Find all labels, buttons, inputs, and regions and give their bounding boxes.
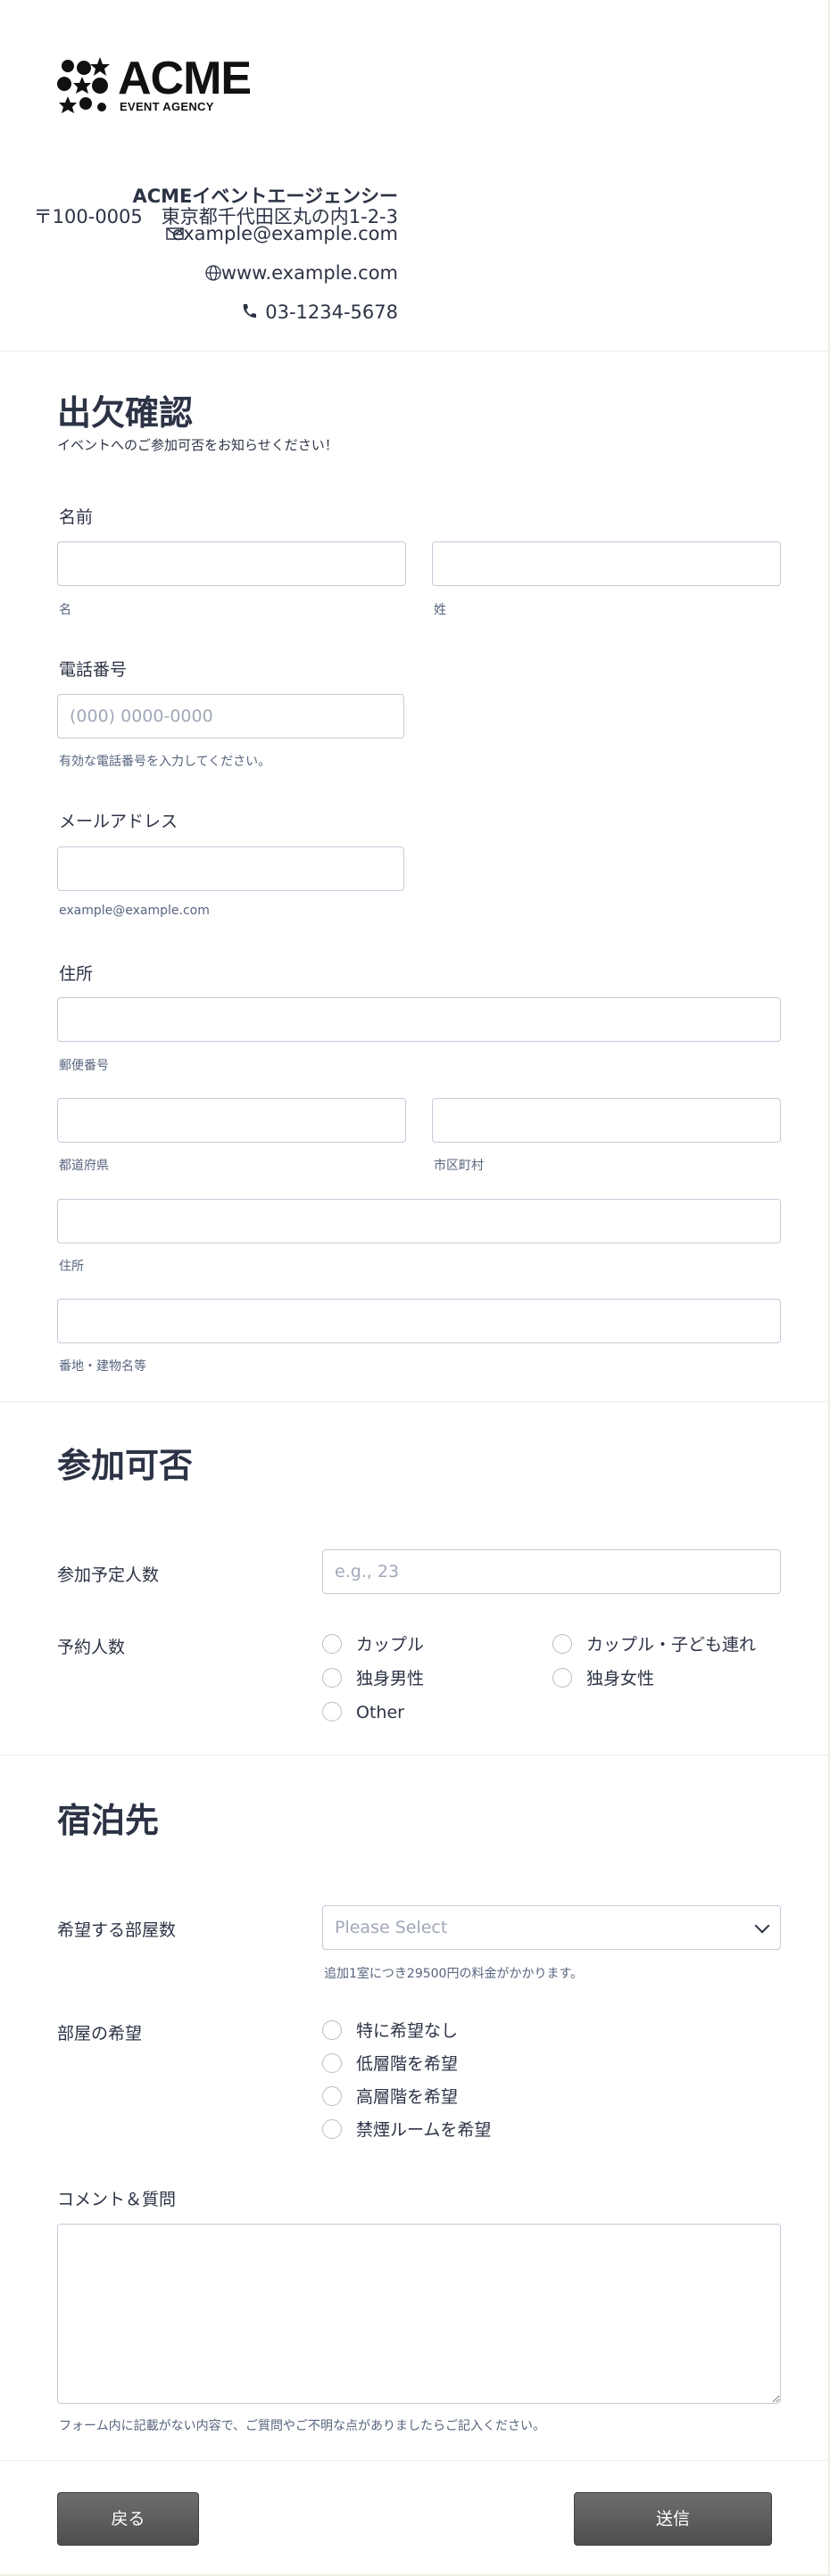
- radio-label: 低層階を希望: [356, 2054, 459, 2074]
- submit-button[interactable]: 送信: [574, 2492, 772, 2546]
- last-name-input[interactable]: [432, 541, 781, 586]
- city-hint: 市区町村: [434, 1159, 484, 1173]
- logo-mark-icon: [57, 57, 110, 113]
- phone-hint: 有効な電話番号を入力してください。: [59, 755, 271, 769]
- radio-circle[interactable]: [322, 2053, 342, 2073]
- rooms-hint: 追加1室につき29500円の料金がかかります。: [324, 1967, 584, 1981]
- comments-textarea[interactable]: [57, 2224, 781, 2404]
- postal-code-input[interactable]: [57, 997, 781, 1042]
- first-name-input[interactable]: [57, 541, 406, 586]
- section-divider: [0, 1401, 828, 1402]
- radio-label: 高層階を希望: [356, 2087, 459, 2107]
- section-divider: [0, 1754, 828, 1755]
- globe-icon: [205, 265, 221, 281]
- envelope-icon: [166, 227, 184, 240]
- city-input[interactable]: [432, 1098, 781, 1143]
- radio-circle[interactable]: [322, 1702, 342, 1721]
- back-button[interactable]: 戻る: [57, 2492, 199, 2546]
- first-name-hint: 名: [59, 603, 71, 617]
- comments-label: コメント＆質問: [57, 2190, 177, 2209]
- radio-label: 特に希望なし: [356, 2021, 459, 2041]
- attendance-title: 参加可否: [57, 1446, 194, 1485]
- prefecture-input[interactable]: [57, 1098, 406, 1143]
- name-label: 名前: [59, 508, 94, 527]
- email-input[interactable]: [57, 846, 404, 891]
- radio-label: カップル・子ども連れ: [586, 1635, 757, 1655]
- logo-word: ACME: [118, 53, 252, 104]
- comments-hint: フォーム内に記載がない内容で、ご質問やご不明な点がありましたらご記入ください。: [59, 2419, 546, 2433]
- radio-circle[interactable]: [322, 2119, 342, 2139]
- radio-label: 独身女性: [586, 1669, 655, 1688]
- logo-subtitle: EVENT AGENCY: [120, 100, 214, 113]
- radio-circle[interactable]: [322, 1668, 342, 1688]
- rooms-label: 希望する部屋数: [57, 1920, 177, 1940]
- room-preference-label: 部屋の希望: [57, 2024, 143, 2043]
- form-card: ACME EVENT AGENCY ACMEイベントエージェンシー 〒100-0…: [0, 0, 830, 2576]
- radio-label: Other: [356, 1703, 404, 1722]
- reservation-label: 予約人数: [57, 1638, 126, 1657]
- street-hint: 住所: [59, 1259, 84, 1274]
- address-label: 住所: [59, 964, 94, 984]
- company-website[interactable]: www.example.com: [221, 262, 398, 284]
- acme-logo: ACME EVENT AGENCY: [55, 55, 252, 118]
- radio-circle[interactable]: [552, 1668, 572, 1688]
- email-label: メールアドレス: [59, 812, 178, 831]
- radio-label: 禁煙ルームを希望: [356, 2120, 492, 2140]
- phone-input[interactable]: [57, 694, 404, 739]
- company-phone[interactable]: 03-1234-5678: [265, 301, 398, 323]
- section-divider: [0, 2460, 828, 2461]
- last-name-hint: 姓: [434, 603, 446, 617]
- email-hint: example@example.com: [59, 904, 210, 918]
- attendee-count-input[interactable]: [322, 1549, 781, 1594]
- street-input[interactable]: [57, 1199, 781, 1243]
- radio-circle[interactable]: [552, 1634, 572, 1654]
- building-input[interactable]: [57, 1299, 781, 1343]
- rsvp-title: 出欠確認: [57, 393, 194, 433]
- company-email[interactable]: example@example.com: [172, 223, 398, 244]
- radio-label: 独身男性: [356, 1669, 425, 1688]
- rooms-select-value: Please Select: [335, 1918, 448, 1937]
- lodging-title: 宿泊先: [57, 1801, 160, 1840]
- rsvp-subtitle: イベントへのご参加可否をお知らせください！: [57, 437, 338, 453]
- phone-icon: [243, 304, 256, 318]
- attendee-count-label: 参加予定人数: [57, 1565, 160, 1585]
- prefecture-hint: 都道府県: [59, 1159, 109, 1173]
- building-hint: 番地・建物名等: [59, 1359, 146, 1374]
- radio-label: カップル: [356, 1635, 425, 1655]
- radio-circle[interactable]: [322, 2020, 342, 2040]
- chevron-down-icon: [754, 1918, 770, 1934]
- radio-circle[interactable]: [322, 1634, 342, 1654]
- postal-code-hint: 郵便番号: [59, 1059, 109, 1073]
- phone-label: 電話番号: [59, 660, 128, 680]
- radio-circle[interactable]: [322, 2086, 342, 2106]
- rooms-select[interactable]: Please Select: [322, 1905, 781, 1950]
